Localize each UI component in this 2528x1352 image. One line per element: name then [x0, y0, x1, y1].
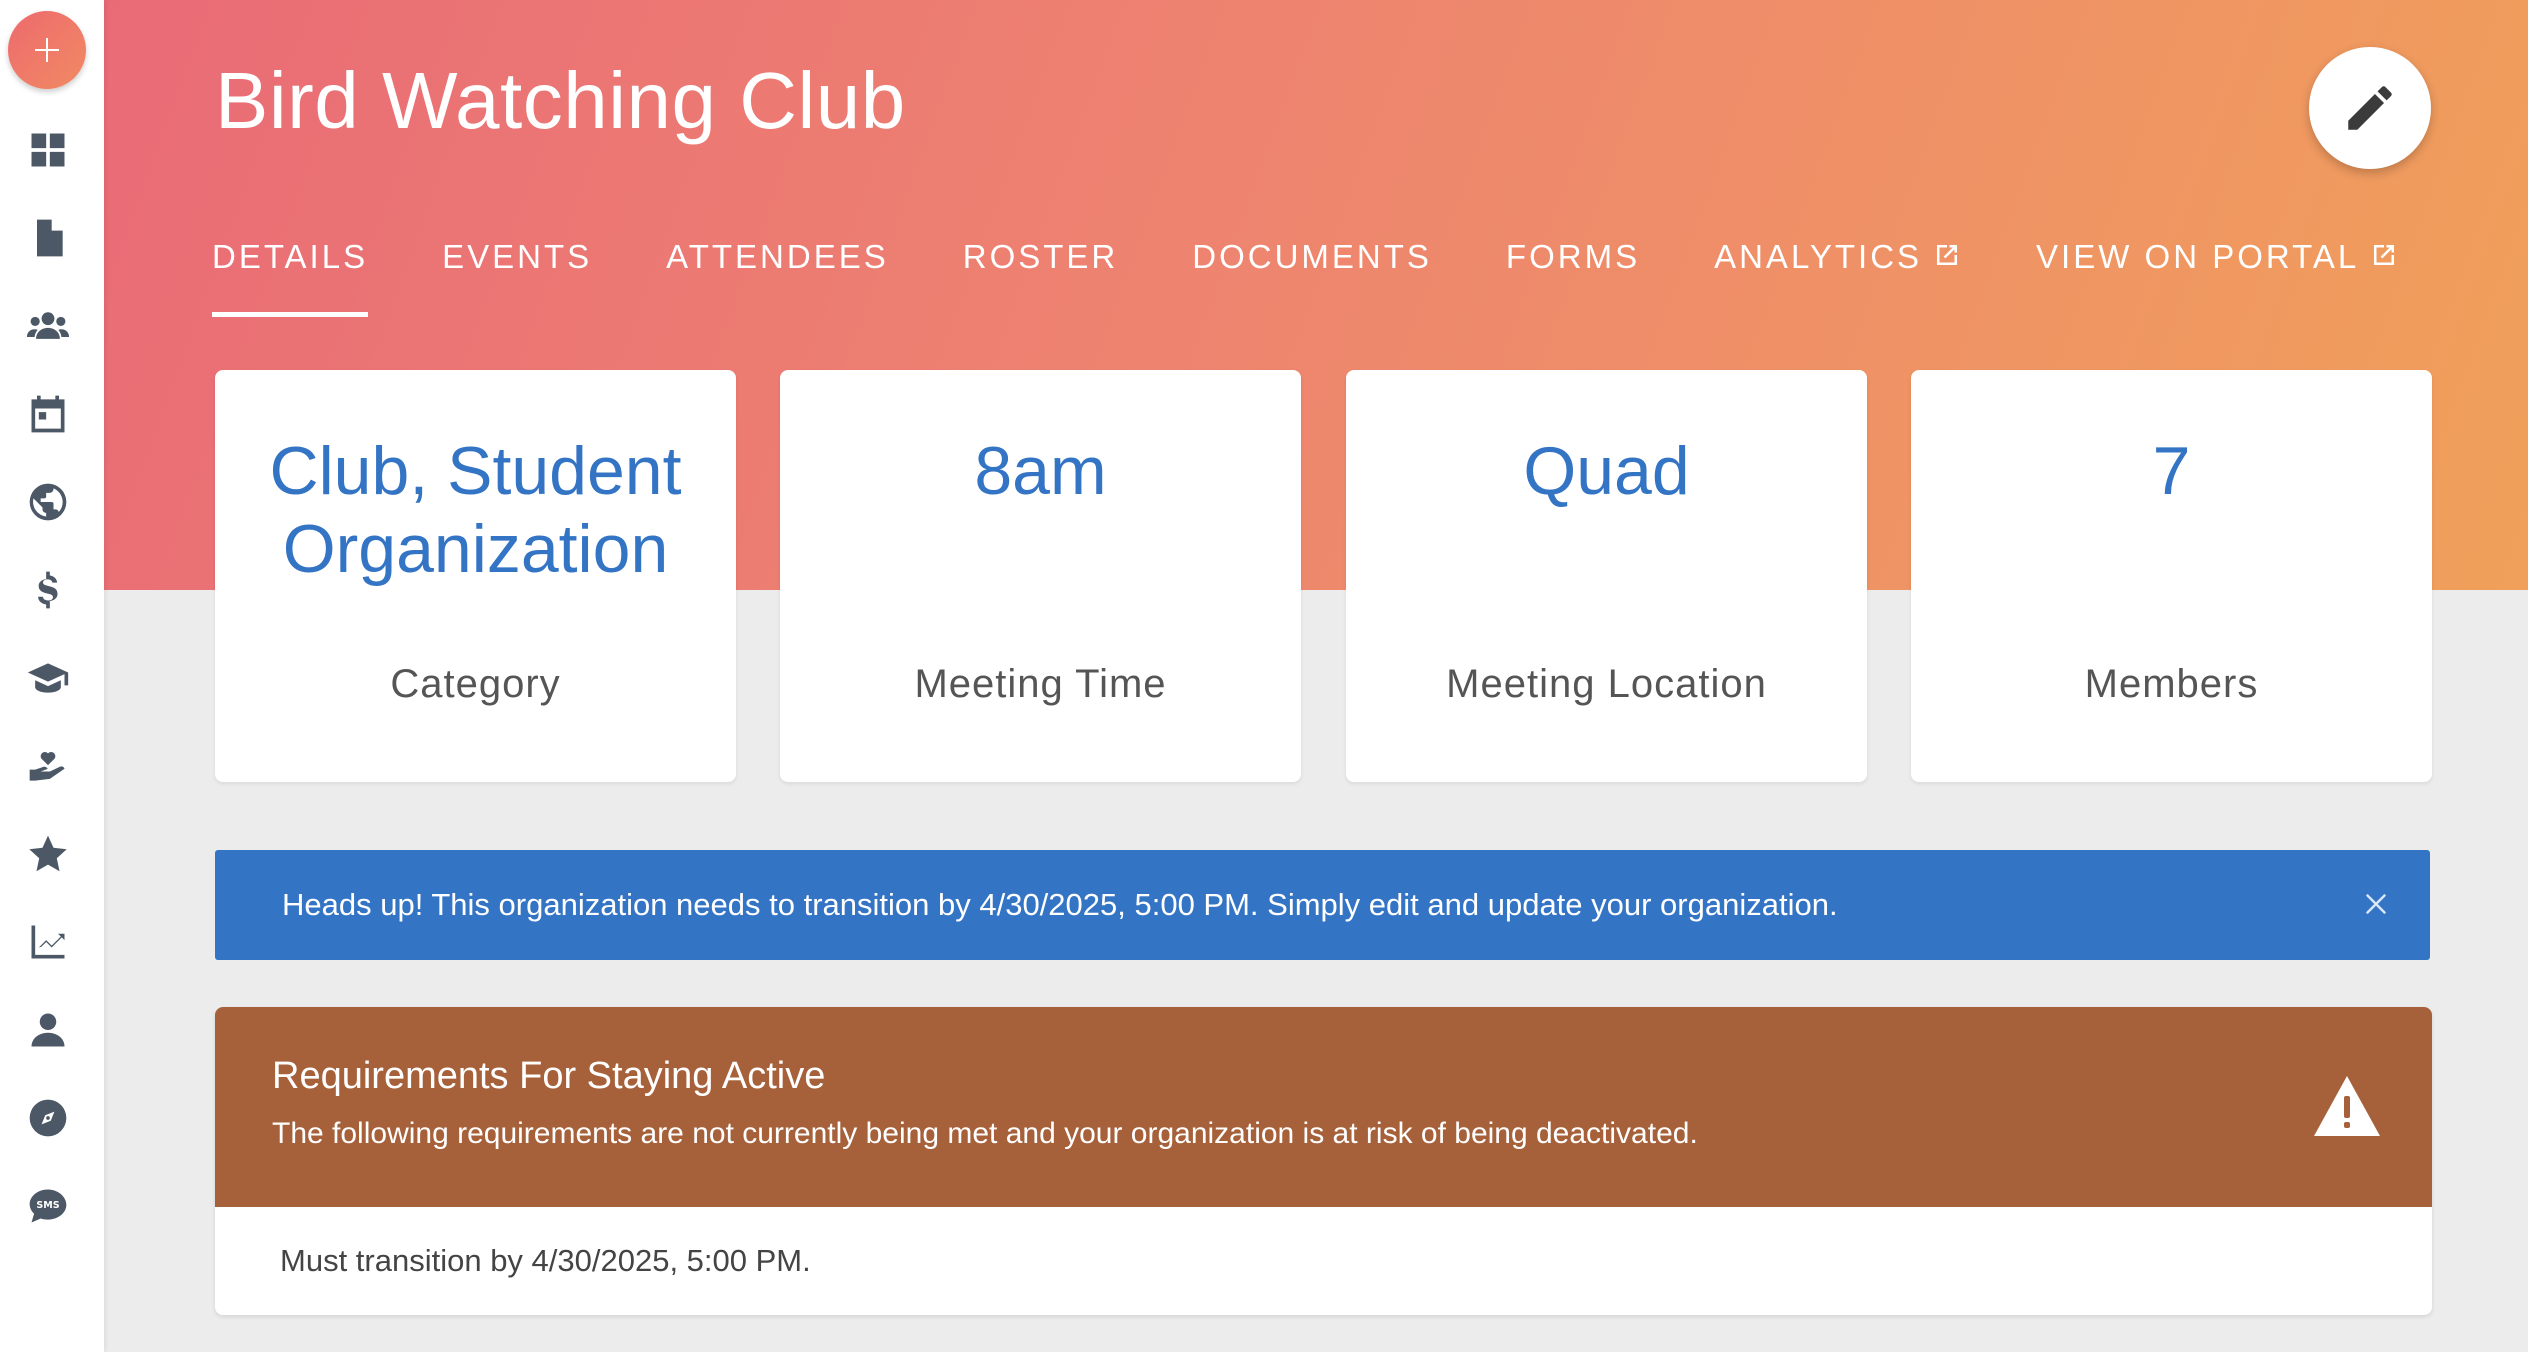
tab-bar: DETAILS EVENTS ATTENDEES ROSTER DOCUMENT… [212, 238, 2473, 324]
tab-label: ROSTER [962, 238, 1119, 275]
tab-analytics[interactable]: ANALYTICS [1714, 238, 1962, 324]
sidebar-item-users[interactable] [22, 300, 74, 352]
tab-roster[interactable]: ROSTER [963, 238, 1119, 324]
svg-text:SMS: SMS [36, 1200, 59, 1211]
plus-icon [35, 38, 59, 62]
sms-icon: SMS [29, 1189, 67, 1223]
compass-icon [29, 1099, 67, 1137]
sidebar-item-calendar[interactable] [22, 388, 74, 440]
stat-value: 8am [974, 433, 1107, 509]
dollar-icon [38, 571, 58, 609]
tab-label: ANALYTICS [1714, 238, 1923, 275]
stat-label: Members [2084, 662, 2259, 706]
sidebar-item-explore[interactable] [22, 1092, 74, 1144]
sidebar-item-profile[interactable] [22, 1004, 74, 1056]
stat-value: 7 [2152, 433, 2191, 509]
alert-close-button[interactable] [2354, 882, 2398, 926]
globe-icon [29, 483, 67, 521]
tab-events[interactable]: EVENTS [442, 238, 592, 324]
page-title: Bird Watching Club [215, 56, 906, 145]
warning-icon [2314, 1076, 2380, 1136]
stat-card-members: 7 Members [1911, 370, 2432, 782]
add-button[interactable] [8, 11, 86, 89]
sidebar-item-favorites[interactable] [22, 828, 74, 880]
tab-label: FORMS [1505, 238, 1641, 275]
stat-value: Quad [1523, 433, 1690, 509]
tab-label: DETAILS [212, 238, 369, 275]
close-icon [2365, 893, 2387, 915]
dashboard-icon [31, 133, 65, 167]
tab-documents[interactable]: DOCUMENTS [1192, 238, 1432, 324]
tab-label: ATTENDEES [666, 238, 889, 275]
tab-view-on-portal[interactable]: VIEW ON PORTAL [2036, 238, 2399, 324]
external-link-icon [2374, 245, 2395, 265]
tab-label: EVENTS [442, 238, 593, 275]
tab-label: DOCUMENTS [1192, 238, 1432, 275]
tab-label: VIEW ON PORTAL [2036, 238, 2360, 275]
stat-label: Meeting Location [1446, 662, 1767, 706]
graduation-cap-icon [27, 663, 69, 693]
sidebar: SMS [0, 0, 104, 1352]
users-icon [26, 312, 70, 339]
external-link-icon [1937, 245, 1958, 265]
sidebar-item-education[interactable] [22, 652, 74, 704]
alert-text: Heads up! This organization needs to tra… [282, 887, 1838, 922]
star-icon [29, 835, 67, 872]
stat-label: Category [390, 662, 561, 706]
transition-alert: Heads up! This organization needs to tra… [215, 850, 2430, 960]
sidebar-item-dashboard[interactable] [22, 124, 74, 176]
hand-heart-icon [29, 751, 65, 781]
sidebar-item-documents[interactable] [22, 212, 74, 264]
stat-value: Club, Student Organization [269, 433, 682, 587]
document-icon [37, 219, 63, 257]
sidebar-item-analytics[interactable] [22, 916, 74, 968]
stat-card-meeting-time: 8am Meeting Time [780, 370, 1301, 782]
edit-button[interactable] [2309, 47, 2431, 169]
tab-details[interactable]: DETAILS [212, 238, 369, 324]
sidebar-item-finance[interactable] [22, 564, 74, 616]
tab-forms[interactable]: FORMS [1506, 238, 1640, 324]
requirements-card: Requirements For Staying Active The foll… [215, 1007, 2432, 1315]
sidebar-item-sms[interactable]: SMS [22, 1180, 74, 1232]
stat-card-meeting-location: Quad Meeting Location [1346, 370, 1867, 782]
pencil-icon [2348, 86, 2392, 130]
requirements-description: The following requirements are not curre… [272, 1117, 1698, 1150]
requirements-header: Requirements For Staying Active The foll… [215, 1007, 2432, 1207]
sidebar-item-volunteer[interactable] [22, 740, 74, 792]
sidebar-item-globe[interactable] [22, 476, 74, 528]
stat-card-category: Club, Student Organization Category [215, 370, 736, 782]
requirements-title: Requirements For Staying Active [272, 1055, 826, 1097]
stat-label: Meeting Time [914, 662, 1167, 706]
person-icon [31, 1013, 65, 1047]
calendar-icon [31, 395, 65, 433]
chart-icon [31, 925, 65, 959]
tab-attendees[interactable]: ATTENDEES [666, 238, 889, 324]
requirement-item: Must transition by 4/30/2025, 5:00 PM. [280, 1243, 811, 1278]
